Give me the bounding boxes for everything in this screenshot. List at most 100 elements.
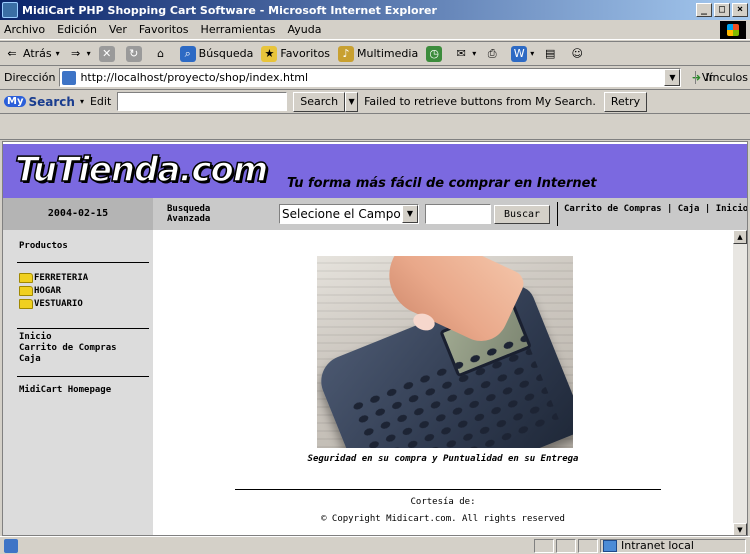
print-button[interactable]: ⎙ [484, 46, 503, 62]
edit-dropdown-icon[interactable]: ▾ [530, 49, 534, 58]
mail-dropdown-icon[interactable]: ▾ [472, 49, 476, 58]
back-button[interactable]: ⇐ Atrás ▾ [4, 46, 60, 62]
multimedia-button[interactable]: ♪ Multimedia [338, 45, 418, 62]
address-url[interactable]: http://localhost/proyecto/shop/index.htm… [80, 71, 308, 84]
page-viewport: TuTienda.com Tu forma más fácil de compr… [2, 141, 748, 536]
maximize-button[interactable]: □ [714, 3, 730, 17]
mysearch-dropdown-icon[interactable]: ▼ [345, 91, 359, 112]
address-dropdown-icon[interactable]: ▼ [664, 69, 681, 86]
mysearch-logo-my: My [4, 96, 27, 107]
sidebar-heading-productos[interactable]: Productos [19, 241, 153, 251]
favorites-icon: ★ [261, 45, 278, 62]
mysearch-message: Failed to retrieve buttons from My Searc… [364, 95, 596, 108]
site-nav-strip: 2004-02-15 Busqueda Avanzada Selecione e… [3, 198, 747, 230]
scroll-up-icon[interactable]: ▲ [733, 230, 747, 244]
address-label: Dirección [4, 71, 56, 84]
sidebar-category-ferreteria[interactable]: FERRETERIA [19, 271, 153, 284]
menu-ayuda[interactable]: Ayuda [287, 23, 321, 36]
mail-icon: ✉ [456, 46, 466, 60]
site-search-input[interactable] [425, 204, 491, 224]
mysearch-menu-icon: ▾ [79, 97, 84, 106]
advanced-search-link[interactable]: Busqueda Avanzada [167, 204, 237, 224]
mysearch-input[interactable] [117, 92, 288, 111]
print-icon: ⎙ [487, 46, 497, 60]
site-banner: TuTienda.com Tu forma más fácil de compr… [3, 144, 747, 198]
top-links[interactable]: Carrito de Compras | Caja | Inicio [564, 204, 747, 214]
menu-edicion[interactable]: Edición [57, 23, 97, 36]
empty-toolbar-band [0, 113, 750, 140]
mysearch-toolbar: My Search ▾ Edit Search ▼ Failed to retrie… [0, 89, 750, 113]
field-select[interactable]: Selecione el Campo ▼ [279, 204, 419, 224]
category-label: HOGAR [34, 285, 62, 296]
refresh-button[interactable]: ↻ [125, 45, 145, 62]
forward-arrow-icon: ⇒ [71, 46, 81, 60]
edit-button[interactable]: W ▾ [511, 45, 534, 62]
home-button[interactable]: ⌂ [153, 46, 172, 62]
field-select-value: Selecione el Campo [282, 207, 401, 221]
menu-ver[interactable]: Ver [109, 23, 127, 36]
home-icon: ⌂ [157, 46, 165, 60]
refresh-icon: ↻ [125, 45, 142, 62]
address-bar: Dirección http://localhost/proyecto/shop… [0, 65, 750, 89]
footer-divider [235, 489, 661, 490]
category-label: FERRETERIA [34, 272, 89, 283]
page-status-icon [4, 538, 18, 553]
back-label: Atrás [23, 47, 52, 60]
folder-icon [19, 272, 33, 283]
mysearch-logo-text: Search [28, 94, 75, 109]
site-search-button[interactable]: Buscar [494, 205, 550, 224]
menu-herramientas[interactable]: Herramientas [201, 23, 276, 36]
menu-favoritos[interactable]: Favoritos [139, 23, 189, 36]
window-title: MidiCart PHP Shopping Cart Software - Mi… [22, 3, 437, 17]
scroll-down-icon[interactable]: ▼ [733, 523, 747, 535]
security-zone-label: Intranet local [621, 539, 694, 552]
discuss-button[interactable]: ▤ [542, 46, 561, 62]
footer-copyright: © Copyright Midicart.com. All rights res… [321, 514, 565, 524]
status-panes [534, 539, 598, 553]
folder-icon [19, 285, 33, 296]
footer-courtesy: Cortesía de: [410, 497, 476, 507]
sidebar-link-caja[interactable]: Caja [19, 354, 153, 365]
sidebar-link-carrito[interactable]: Carrito de Compras [19, 343, 153, 354]
sidebar-category-hogar[interactable]: HOGAR [19, 284, 153, 297]
mysearch-edit[interactable]: Edit [90, 95, 111, 108]
sidebar-link-midicart-homepage[interactable]: MidiCart Homepage [19, 385, 153, 396]
mysearch-search-button[interactable]: Search [293, 91, 346, 112]
search-icon: ⌕ [179, 45, 196, 62]
title-bar: MidiCart PHP Shopping Cart Software - Mi… [0, 0, 750, 20]
stop-icon: ✕ [98, 45, 115, 62]
status-pane [556, 539, 576, 553]
window-controls: _ □ × [696, 3, 748, 17]
stop-button[interactable]: ✕ [98, 45, 118, 62]
messenger-icon: ☺ [571, 46, 583, 60]
links-button[interactable]: Vínculos [694, 71, 748, 84]
current-date: 2004-02-15 [3, 198, 153, 230]
menu-archivo[interactable]: Archivo [4, 23, 45, 36]
category-label: VESTUARIO [34, 298, 83, 309]
page-icon [62, 70, 77, 85]
address-input[interactable]: http://localhost/proyecto/shop/index.htm… [59, 68, 682, 87]
sidebar-category-vestuario[interactable]: VESTUARIO [19, 297, 153, 310]
retry-button[interactable]: Retry [603, 91, 648, 112]
minimize-button[interactable]: _ [696, 3, 712, 17]
back-dropdown-icon[interactable]: ▾ [56, 49, 60, 58]
search-button[interactable]: ⌕ Búsqueda [179, 45, 253, 62]
forward-button[interactable]: ⇒ ▾ [68, 46, 91, 62]
status-pane [578, 539, 598, 553]
field-select-dropdown-icon[interactable]: ▼ [402, 205, 418, 223]
favorites-button[interactable]: ★ Favoritos [261, 45, 331, 62]
status-bar: Intranet local [0, 536, 750, 554]
standard-toolbar: ⇐ Atrás ▾ ⇒ ▾ ✕ ↻ ⌂ ⌕ Búsqueda ★ Favoritos ♪ M… [0, 41, 750, 65]
windows-logo-icon [720, 21, 746, 39]
messenger-button[interactable]: ☺ [569, 46, 588, 62]
sidebar-divider [17, 262, 149, 263]
site-logo[interactable]: TuTienda.com [14, 149, 269, 191]
history-button[interactable]: ◷ [426, 45, 445, 62]
close-button[interactable]: × [732, 3, 748, 17]
mail-button[interactable]: ✉ ▾ [453, 46, 477, 62]
forward-dropdown-icon[interactable]: ▾ [87, 49, 91, 58]
mysearch-logo[interactable]: My Search ▾ [4, 95, 84, 109]
sidebar-link-inicio[interactable]: Inicio [19, 332, 153, 343]
favorites-label: Favoritos [280, 47, 331, 60]
vertical-scrollbar[interactable]: ▲ ▼ [733, 230, 747, 535]
